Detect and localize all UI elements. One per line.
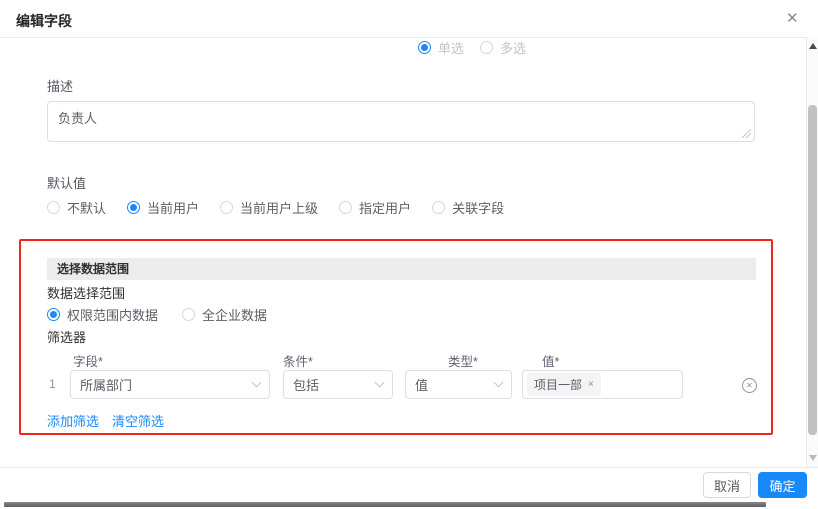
radio-label: 当前用户 <box>147 198 199 217</box>
field-type-radio-group: 单选 多选 <box>418 38 526 57</box>
value-tag-input[interactable]: 项目一部 × <box>522 370 683 399</box>
radio-all-company-data[interactable]: 全企业数据 <box>182 305 267 324</box>
radio-current-user[interactable]: 当前用户 <box>127 198 199 217</box>
filter-links: 添加筛选 清空筛选 <box>47 411 164 430</box>
column-header-condition: 条件* <box>283 351 313 370</box>
field-select[interactable]: 所属部门 <box>70 370 270 399</box>
field-select-value: 所属部门 <box>80 375 132 394</box>
chevron-down-icon <box>252 378 262 388</box>
default-value-radio-group: 不默认 当前用户 当前用户上级 指定用户 关联字段 <box>47 198 504 217</box>
radio-unchecked-icon <box>182 308 195 321</box>
radio-unchecked-icon <box>47 201 60 214</box>
filter-label: 筛选器 <box>47 327 86 346</box>
type-select[interactable]: 值 <box>405 370 512 399</box>
column-header-value: 值* <box>542 351 559 370</box>
radio-unchecked-icon <box>480 41 493 54</box>
value-tag-text: 项目一部 <box>534 376 582 393</box>
radio-label: 指定用户 <box>359 198 411 217</box>
default-value-label: 默认值 <box>47 173 86 192</box>
add-filter-link[interactable]: 添加筛选 <box>47 411 99 430</box>
remove-x-glyph: ✕ <box>746 381 753 390</box>
value-tag: 项目一部 × <box>527 373 601 396</box>
radio-checked-icon <box>418 41 431 54</box>
header-divider <box>0 37 818 38</box>
condition-select-value: 包括 <box>293 375 319 394</box>
radio-unchecked-icon <box>339 201 352 214</box>
radio-label: 关联字段 <box>452 198 504 217</box>
radio-checked-icon <box>127 201 140 214</box>
close-icon[interactable]: ✕ <box>786 10 799 28</box>
dialog-title: 编辑字段 <box>16 11 72 31</box>
radio-unchecked-icon <box>220 201 233 214</box>
condition-select[interactable]: 包括 <box>283 370 393 399</box>
radio-multi-select[interactable]: 多选 <box>480 38 526 57</box>
confirm-button[interactable]: 确定 <box>758 472 807 498</box>
radio-label: 当前用户上级 <box>240 198 318 217</box>
scroll-up-icon[interactable] <box>809 43 817 49</box>
resize-grip-icon[interactable] <box>742 129 751 138</box>
radio-related-field[interactable]: 关联字段 <box>432 198 504 217</box>
remove-filter-row-icon[interactable]: ✕ <box>742 378 757 393</box>
radio-label: 全企业数据 <box>202 305 267 324</box>
radio-current-user-superior[interactable]: 当前用户上级 <box>220 198 318 217</box>
radio-specified-user[interactable]: 指定用户 <box>339 198 411 217</box>
filter-row-index: 1 <box>49 377 56 391</box>
radio-checked-icon <box>47 308 60 321</box>
radio-multi-label: 多选 <box>500 38 526 57</box>
chevron-down-icon <box>494 378 504 388</box>
chevron-down-icon <box>375 378 385 388</box>
radio-label: 不默认 <box>67 198 106 217</box>
vertical-scrollbar[interactable] <box>806 37 818 467</box>
radio-single-select[interactable]: 单选 <box>418 38 464 57</box>
footer-divider <box>0 467 818 468</box>
radio-single-label: 单选 <box>438 38 464 57</box>
radio-unchecked-icon <box>432 201 445 214</box>
scope-label: 数据选择范围 <box>47 283 125 302</box>
description-label: 描述 <box>47 76 73 95</box>
radio-label: 权限范围内数据 <box>67 305 158 324</box>
tag-remove-icon[interactable]: × <box>588 379 594 390</box>
column-header-type: 类型* <box>448 351 478 370</box>
description-textarea[interactable]: 负责人 <box>47 101 755 142</box>
radio-permission-scope-data[interactable]: 权限范围内数据 <box>47 305 158 324</box>
data-scope-section-header: 选择数据范围 <box>47 258 756 280</box>
scope-radio-group: 权限范围内数据 全企业数据 <box>47 305 267 324</box>
scroll-down-icon[interactable] <box>809 455 817 461</box>
description-value: 负责人 <box>58 111 97 126</box>
cancel-button[interactable]: 取消 <box>703 472 751 498</box>
window-bottom-edge <box>4 502 766 507</box>
type-select-value: 值 <box>415 375 428 394</box>
clear-filter-link[interactable]: 清空筛选 <box>112 411 164 430</box>
radio-no-default[interactable]: 不默认 <box>47 198 106 217</box>
scrollbar-thumb[interactable] <box>808 105 817 435</box>
column-header-field: 字段* <box>73 351 103 370</box>
